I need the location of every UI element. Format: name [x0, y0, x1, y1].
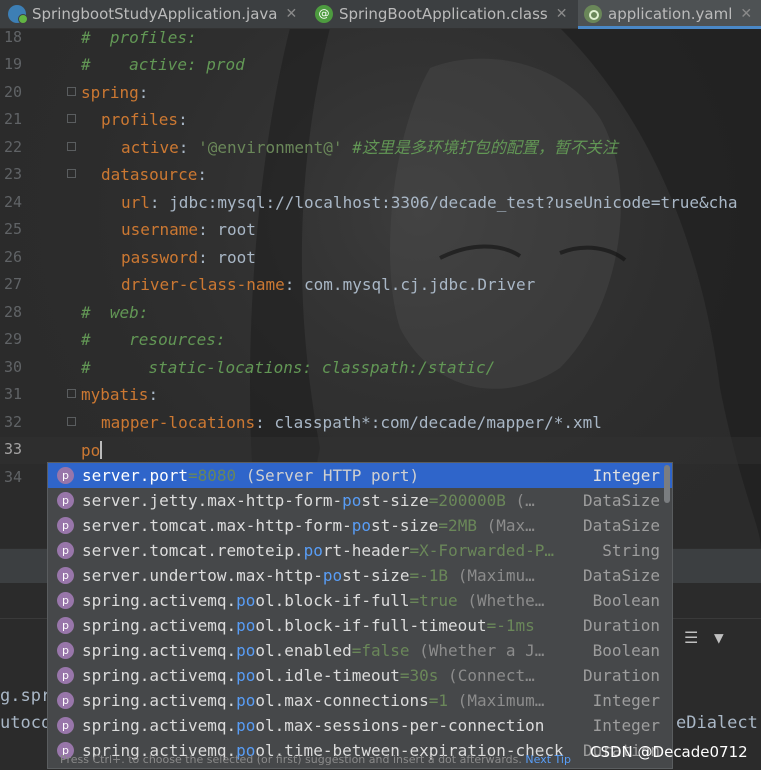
editor-tab-bar: SpringbootStudyApplication.java ✕ @ Spri… — [0, 0, 761, 29]
property-type: Integer — [592, 716, 660, 735]
yaml-value: '@environment@' — [198, 138, 343, 157]
property-type: Boolean — [592, 641, 660, 660]
property-icon: p — [57, 467, 74, 484]
completion-item[interactable]: p server.port =8080 (Server HTTP port) In… — [48, 463, 672, 488]
console-output: eDialect — [676, 713, 758, 733]
annotation-class-icon: @ — [315, 5, 333, 23]
code-editor[interactable]: # profiles: # active: prod spring: profi… — [0, 28, 761, 520]
hint-text: Press Ctrl+. to choose the selected (or … — [60, 753, 522, 766]
tab-label: application.yaml — [608, 5, 733, 23]
property-type: Duration — [582, 666, 660, 685]
code-line-26: password: root — [121, 248, 256, 267]
completion-item[interactable]: p server.tomcat.remoteip.port-header =X-F… — [48, 538, 672, 563]
typed-text: po — [81, 441, 101, 460]
code-line-29: # resources: — [81, 330, 226, 349]
yaml-value: root — [217, 220, 256, 239]
code-line-30: # static-locations: classpath:/static/ — [81, 358, 496, 377]
completion-item[interactable]: p spring.activemq.pool.enabled =false (Wh… — [48, 638, 672, 663]
code-line-27: driver-class-name: com.mysql.cj.jdbc.Dri… — [121, 275, 536, 294]
code-line-24: url: jdbc:mysql://localhost:3306/decade_… — [121, 193, 738, 212]
property-icon: p — [57, 642, 74, 659]
filter-icon[interactable]: ▼ — [714, 628, 724, 647]
property-icon: p — [57, 542, 74, 559]
yaml-key: url — [121, 193, 150, 212]
property-icon: p — [57, 492, 74, 509]
sort-icon[interactable]: ☰ — [684, 628, 698, 647]
yaml-key: password — [121, 248, 199, 267]
yaml-key: mybatis — [81, 385, 149, 404]
completion-item[interactable]: p server.tomcat.max-http-form-post-size =… — [48, 513, 672, 538]
close-tab-icon[interactable]: ✕ — [556, 6, 568, 22]
completion-item[interactable]: p server.jetty.max-http-form-post-size =2… — [48, 488, 672, 513]
yaml-key: datasource — [101, 165, 198, 184]
property-type: DataSize — [582, 566, 660, 585]
yaml-value: jdbc:mysql://localhost:3306/decade_test?… — [169, 193, 738, 212]
property-type: Integer — [592, 691, 660, 710]
code-line-31: mybatis: — [81, 385, 159, 404]
code-line-19: # active: prod — [81, 55, 245, 74]
completion-item[interactable]: p spring.activemq.pool.block-if-full =tru… — [48, 588, 672, 613]
code-line-33: po — [81, 441, 103, 461]
yaml-key: mapper-locations — [101, 413, 256, 432]
code-line-21: profiles: — [101, 110, 188, 129]
property-type: Duration — [582, 616, 660, 635]
completion-item[interactable]: p spring.activemq.pool.max-sessions-per-… — [48, 713, 672, 738]
code-completion-popup: p server.port =8080 (Server HTTP port) In… — [47, 462, 673, 769]
property-type: Boolean — [592, 591, 660, 610]
yaml-value: com.mysql.cj.jdbc.Driver — [304, 275, 536, 294]
tab-springbootstudyapplication-java[interactable]: SpringbootStudyApplication.java ✕ — [8, 0, 297, 28]
yaml-key: driver-class-name — [121, 275, 285, 294]
property-type: String — [602, 541, 660, 560]
yaml-key: username — [121, 220, 199, 239]
yaml-value: root — [217, 248, 256, 267]
tab-label: SpringBootApplication.class — [339, 5, 548, 23]
yaml-value: classpath*:com/decade/mapper/*.xml — [274, 413, 602, 432]
property-icon: p — [57, 717, 74, 734]
text-caret — [100, 441, 103, 459]
popup-scrollbar[interactable] — [664, 465, 670, 503]
completion-item[interactable]: p server.undertow.max-http-post-size =-1B… — [48, 563, 672, 588]
tab-application-yaml[interactable]: application.yaml ✕ — [578, 0, 761, 29]
property-icon: p — [57, 617, 74, 634]
code-line-32: mapper-locations: classpath*:com/decade/… — [101, 413, 602, 432]
property-icon: p — [57, 667, 74, 684]
code-line-28: # web: — [81, 303, 149, 322]
completion-item[interactable]: p spring.activemq.pool.idle-timeout =30s … — [48, 663, 672, 688]
yaml-file-icon — [584, 5, 602, 23]
close-tab-icon[interactable]: ✕ — [740, 6, 752, 22]
property-type: Integer — [592, 466, 660, 485]
watermark: CSDN @Decade0712 — [590, 743, 748, 761]
close-tab-icon[interactable]: ✕ — [285, 6, 297, 22]
completion-hint-bar: Press Ctrl+. to choose the selected (or … — [48, 753, 672, 769]
completion-item[interactable]: p spring.activemq.pool.block-if-full-tim… — [48, 613, 672, 638]
next-tip-link[interactable]: Next Tip — [525, 753, 571, 766]
code-line-22: active: '@environment@' #这里是多环境打包的配置，暂不关… — [121, 138, 618, 157]
code-line-25: username: root — [121, 220, 256, 239]
yaml-key: profiles — [101, 110, 179, 129]
yaml-comment: #这里是多环境打包的配置，暂不关注 — [352, 138, 618, 157]
yaml-key: spring — [81, 83, 139, 102]
property-type: DataSize — [582, 516, 660, 535]
property-icon: p — [57, 517, 74, 534]
property-icon: p — [57, 592, 74, 609]
property-icon: p — [57, 692, 74, 709]
property-type: DataSize — [582, 491, 660, 510]
code-line-18: # profiles: — [81, 28, 197, 47]
console-output: utoco — [0, 713, 52, 733]
property-icon: p — [57, 567, 74, 584]
java-class-icon — [8, 5, 28, 24]
yaml-key: active — [121, 138, 179, 157]
tab-label: SpringbootStudyApplication.java — [32, 5, 278, 23]
code-line-23: datasource: — [101, 165, 207, 184]
completion-item[interactable]: p spring.activemq.pool.max-connections =1… — [48, 688, 672, 713]
tab-springbootapplication-class[interactable]: @ SpringBootApplication.class ✕ — [315, 0, 567, 28]
code-line-20: spring: — [81, 83, 149, 102]
